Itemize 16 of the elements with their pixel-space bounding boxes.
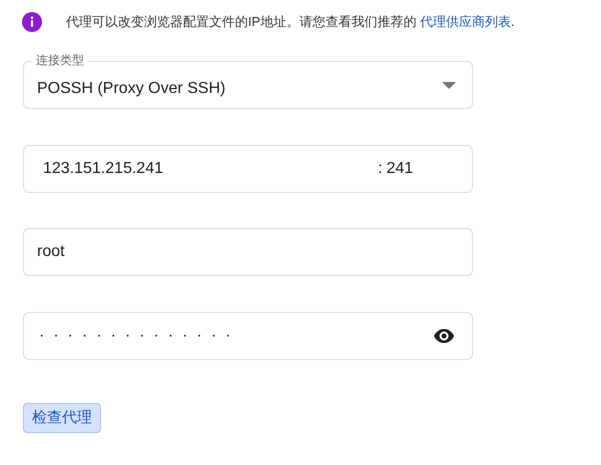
password-mask: ·············· — [39, 326, 240, 346]
password-field[interactable]: ·············· — [23, 312, 473, 360]
dropdown-caret-icon — [442, 82, 456, 88]
notice-text: 代理可以改变浏览器配置文件的IP地址。请您查看我们推荐的 代理供应商列表. — [66, 13, 515, 32]
port-separator: : — [378, 159, 382, 179]
host-field[interactable]: 123.151.215.241 : 241 — [23, 145, 473, 193]
host-value: 123.151.215.241 — [43, 159, 164, 179]
provider-list-link[interactable]: 代理供应商列表 — [420, 14, 511, 30]
username-value: root — [37, 242, 65, 262]
eye-icon[interactable] — [434, 329, 454, 343]
check-proxy-button[interactable]: 检查代理 — [23, 403, 101, 433]
connection-type-value: POSSH (Proxy Over SSH) — [37, 79, 226, 99]
info-icon — [22, 12, 42, 32]
username-field[interactable]: root — [23, 228, 473, 276]
connection-type-label: 连接类型 — [32, 52, 88, 68]
port-value: 241 — [386, 159, 414, 179]
